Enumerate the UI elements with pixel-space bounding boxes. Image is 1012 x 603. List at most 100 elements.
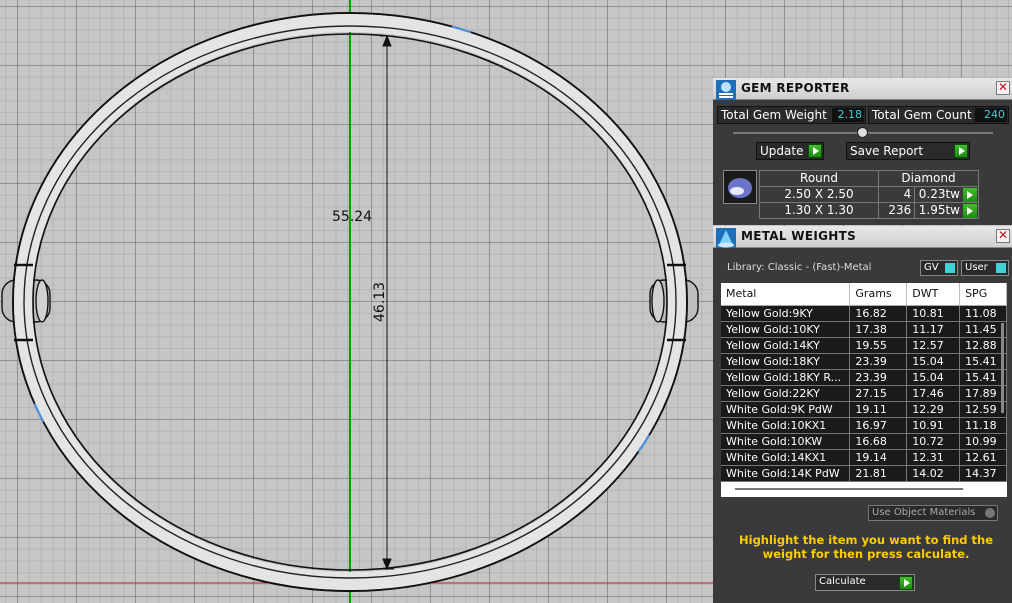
metal-spg: 17.89 <box>959 385 1007 402</box>
metal-dwt: 10.91 <box>906 417 961 434</box>
metal-spg: 15.41 <box>959 369 1007 386</box>
close-icon[interactable]: ✕ <box>996 81 1010 95</box>
metal-row[interactable]: White Gold:9K PdW 19.11 12.29 12.59 <box>721 401 1007 418</box>
total-gem-weight-value: 2.18 <box>832 108 864 122</box>
metal-dwt: 14.02 <box>906 465 961 482</box>
metal-name: White Gold:10KX1 <box>721 417 851 434</box>
gem-row[interactable]: 2.50 X 2.50 4 0.23tw <box>759 186 979 203</box>
metal-grams: 27.15 <box>849 385 908 402</box>
horizontal-scrollbar[interactable] <box>735 488 963 490</box>
metal-spg: 15.41 <box>959 353 1007 370</box>
metal-row[interactable]: Yellow Gold:18KY R... 23.39 15.04 15.41 <box>721 369 1007 386</box>
gem-count: 4 <box>877 186 916 203</box>
library-label: Library: Classic - (Fast)-Metal <box>727 262 872 273</box>
metal-grams: 16.97 <box>849 417 908 434</box>
metal-name: Yellow Gold:18KY <box>721 353 851 370</box>
gv-toggle[interactable]: GV <box>920 260 958 276</box>
gem-row[interactable]: 1.30 X 1.30 236 1.95tw <box>759 202 979 219</box>
metal-spg: 12.61 <box>959 449 1007 466</box>
select-row-icon[interactable] <box>963 204 977 218</box>
metal-row[interactable]: White Gold:10KX1 16.97 10.91 11.18 <box>721 417 1007 434</box>
slider-handle-icon[interactable] <box>857 127 868 138</box>
metal-grams: 19.14 <box>849 449 908 466</box>
toggle-indicator-icon <box>945 263 955 273</box>
metal-dwt: 15.04 <box>906 353 961 370</box>
material-header: Diamond <box>878 170 979 187</box>
metal-row[interactable]: Yellow Gold:10KY 17.38 11.17 11.45 <box>721 321 1007 338</box>
round-gem-thumbnail <box>723 170 757 204</box>
metal-dwt: 15.04 <box>906 369 961 386</box>
metal-row[interactable]: White Gold:10KW 16.68 10.72 10.99 <box>721 433 1007 450</box>
metal-grams: 16.82 <box>849 305 908 322</box>
metal-spg: 10.99 <box>959 433 1007 450</box>
metal-grams: 17.38 <box>849 321 908 338</box>
metal-row[interactable]: Yellow Gold:18KY 23.39 15.04 15.41 <box>721 353 1007 370</box>
metal-spg: 11.08 <box>959 305 1007 322</box>
select-row-icon[interactable] <box>963 188 977 202</box>
metal-row[interactable]: White Gold:14KX1 19.14 12.31 12.61 <box>721 449 1007 466</box>
metal-row[interactable]: Yellow Gold:14KY 19.55 12.57 12.88 <box>721 337 1007 354</box>
update-button-label: Update <box>760 144 804 158</box>
metal-name: White Gold:10KW <box>721 433 851 450</box>
use-object-materials-label: Use Object Materials <box>872 507 976 518</box>
column-header[interactable]: Grams <box>849 283 908 306</box>
metal-name: Yellow Gold:9KY <box>721 305 851 322</box>
metal-name: Yellow Gold:22KY <box>721 385 851 402</box>
update-button[interactable]: Update <box>756 142 824 160</box>
close-icon[interactable]: ✕ <box>996 229 1010 243</box>
total-gem-count-value: 240 <box>975 108 1007 122</box>
total-gem-weight-readout: Total Gem Weight 2.18 <box>717 106 866 124</box>
metal-grams: 23.39 <box>849 369 908 386</box>
checkbox-icon <box>985 508 995 518</box>
column-header[interactable]: SPG <box>959 283 1007 306</box>
vertical-scrollbar[interactable] <box>1001 323 1004 413</box>
metal-weights-icon <box>716 228 736 248</box>
gem-table-header: Round Diamond <box>759 170 979 187</box>
metal-grams: 21.81 <box>849 465 908 482</box>
metal-row[interactable]: White Gold:14K PdW 21.81 14.02 14.37 <box>721 465 1007 482</box>
metal-row[interactable]: Yellow Gold:22KY 27.15 17.46 17.89 <box>721 385 1007 402</box>
metal-grams: 19.55 <box>849 337 908 354</box>
play-arrow-icon <box>954 144 968 158</box>
metal-table-header: Metal Grams DWT SPG <box>721 283 1007 306</box>
metal-spg: 11.45 <box>959 321 1007 338</box>
metal-weights-titlebar[interactable]: METAL WEIGHTS ✕ <box>713 226 1012 248</box>
metal-dwt: 11.17 <box>906 321 961 338</box>
save-report-button-label: Save Report <box>850 144 924 158</box>
metal-row[interactable]: Yellow Gold:9KY 16.82 10.81 11.08 <box>721 305 1007 322</box>
metal-name: White Gold:14KX1 <box>721 449 851 466</box>
metal-table-container[interactable]: Metal Grams DWT SPG Yellow Gold:9KY 16.82… <box>721 283 1007 497</box>
metal-dwt: 12.31 <box>906 449 961 466</box>
metal-spg: 12.59 <box>959 401 1007 418</box>
gem-summary-table: Round Diamond 2.50 X 2.50 4 0.23tw 1.30 … <box>759 170 979 219</box>
metal-dwt: 12.57 <box>906 337 961 354</box>
save-report-button[interactable]: Save Report <box>846 142 970 160</box>
panel-slider[interactable] <box>733 127 993 138</box>
metal-spg: 14.37 <box>959 465 1007 482</box>
diamond-icon <box>728 178 752 198</box>
metal-grams: 23.39 <box>849 353 908 370</box>
gem-reporter-title: GEM REPORTER <box>741 81 850 95</box>
dimension-vertical-value: 46.13 <box>372 282 388 322</box>
total-gem-weight-label: Total Gem Weight <box>721 108 827 122</box>
user-toggle-label: User <box>965 262 988 273</box>
metal-name: Yellow Gold:14KY <box>721 337 851 354</box>
metal-table: Metal Grams DWT SPG Yellow Gold:9KY 16.82… <box>721 283 1007 482</box>
user-toggle[interactable]: User <box>961 260 1009 276</box>
gem-reporter-panel: GEM REPORTER ✕ Total Gem Weight 2.18 Tot… <box>713 78 1012 225</box>
instruction-text: Highlight the item you want to find the … <box>739 533 993 561</box>
total-gem-count-label: Total Gem Count <box>872 108 972 122</box>
metal-name: Yellow Gold:18KY R... <box>721 369 851 386</box>
metal-grams: 19.11 <box>849 401 908 418</box>
total-gem-count-readout: Total Gem Count 240 <box>868 106 1009 124</box>
gem-reporter-titlebar[interactable]: GEM REPORTER ✕ <box>713 78 1012 100</box>
play-arrow-icon <box>808 144 822 158</box>
use-object-materials-checkbox[interactable]: Use Object Materials <box>868 505 998 521</box>
metal-name: White Gold:9K PdW <box>721 401 851 418</box>
metal-dwt: 12.29 <box>906 401 961 418</box>
metal-weights-panel: METAL WEIGHTS ✕ Library: Classic - (Fast… <box>713 226 1012 603</box>
calculate-button[interactable]: Calculate <box>815 574 915 591</box>
column-header[interactable]: DWT <box>906 283 961 306</box>
gem-reporter-icon <box>716 80 736 100</box>
column-header[interactable]: Metal <box>721 283 851 306</box>
